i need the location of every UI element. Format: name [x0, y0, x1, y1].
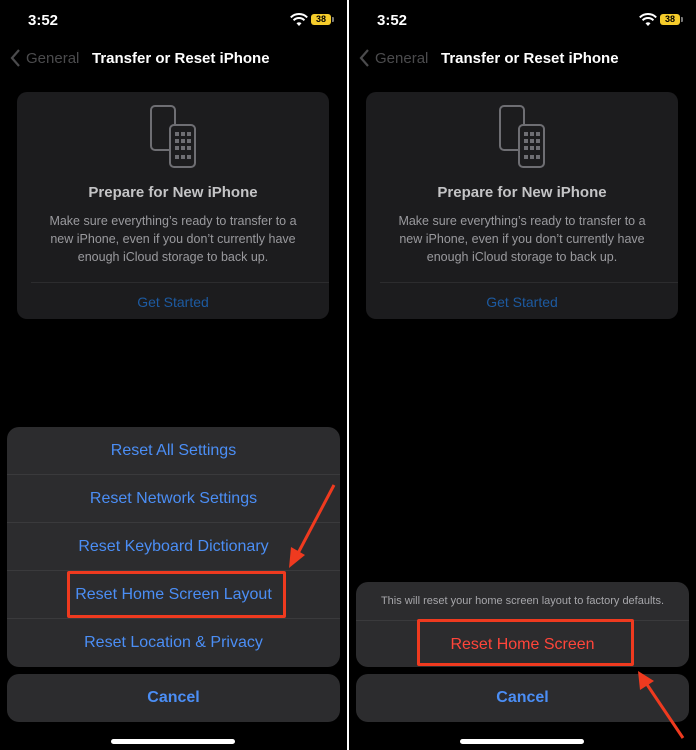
divider — [380, 282, 678, 283]
reset-network-settings-button[interactable]: Reset Network Settings — [7, 475, 340, 523]
battery-icon: 38 — [660, 14, 680, 25]
battery-tip — [332, 17, 334, 22]
card-description: Make sure everything’s ready to transfer… — [398, 214, 646, 264]
confirm-message: This will reset your home screen layout … — [356, 582, 689, 621]
back-label: General — [375, 49, 429, 67]
status-time: 3:52 — [377, 12, 408, 29]
back-button[interactable]: General — [10, 49, 79, 67]
wifi-icon — [290, 13, 308, 26]
reset-location-privacy-button[interactable]: Reset Location & Privacy — [7, 619, 340, 667]
card-title: Prepare for New iPhone — [437, 184, 607, 201]
battery-icon: 38 — [311, 14, 331, 25]
reset-all-settings-button[interactable]: Reset All Settings — [7, 427, 340, 475]
card-description: Make sure everything’s ready to transfer… — [49, 214, 297, 264]
home-indicator — [111, 739, 235, 744]
status-time: 3:52 — [28, 12, 59, 29]
card-title: Prepare for New iPhone — [88, 184, 258, 201]
back-button[interactable]: General — [359, 49, 428, 67]
cancel-button[interactable]: Cancel — [356, 674, 689, 722]
battery-tip — [681, 17, 683, 22]
reset-keyboard-dictionary-button[interactable]: Reset Keyboard Dictionary — [7, 523, 340, 571]
get-started-link[interactable]: Get Started — [17, 294, 329, 310]
phones-icon — [499, 105, 545, 168]
prepare-card: Prepare for New iPhone Make sure everyth… — [366, 92, 678, 319]
phones-icon — [150, 105, 196, 168]
cancel-button[interactable]: Cancel — [7, 674, 340, 722]
page-title: Transfer or Reset iPhone — [92, 50, 270, 67]
get-started-link[interactable]: Get Started — [366, 294, 678, 310]
wifi-icon — [639, 13, 657, 26]
page-title: Transfer or Reset iPhone — [441, 50, 619, 67]
chevron-left-icon — [359, 49, 369, 67]
reset-options-sheet: Reset All Settings Reset Network Setting… — [7, 427, 340, 667]
chevron-left-icon — [10, 49, 20, 67]
highlight-box — [417, 619, 634, 666]
left-screen: 3:52 38 General Transfer or Reset iPhone… — [0, 0, 347, 750]
highlight-box — [67, 571, 286, 618]
back-label: General — [26, 49, 80, 67]
home-indicator — [460, 739, 584, 744]
prepare-card: Prepare for New iPhone Make sure everyth… — [17, 92, 329, 319]
divider — [31, 282, 329, 283]
